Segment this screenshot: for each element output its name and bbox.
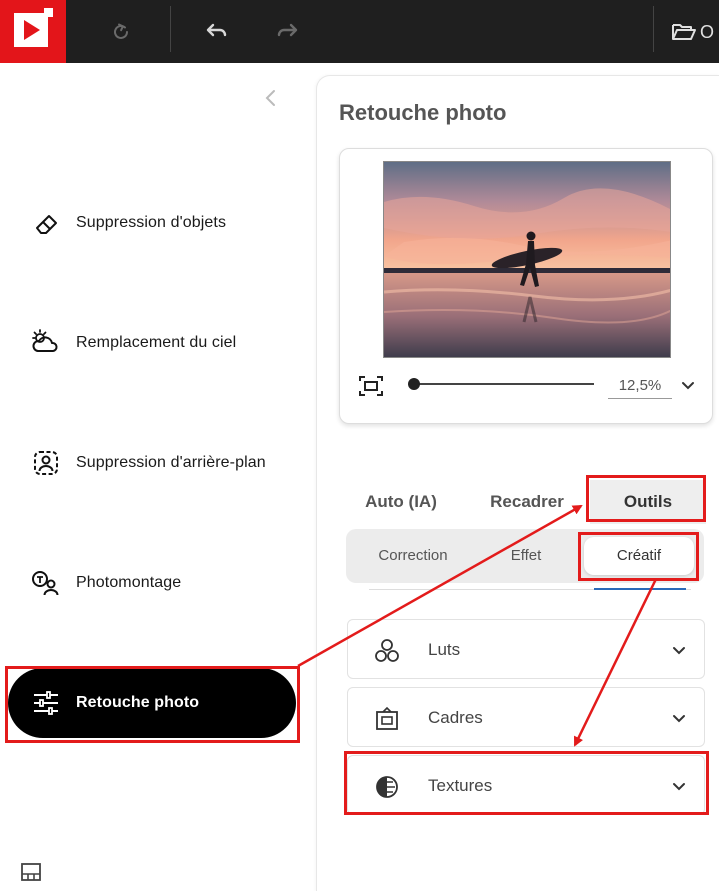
refresh-icon [114, 23, 128, 39]
section-label: Cadres [428, 708, 483, 727]
sidebar-item-background-removal[interactable]: Suppression d'arrière-plan [8, 428, 296, 498]
app-logo[interactable] [0, 0, 66, 63]
zoom-dropdown-button[interactable] [678, 375, 698, 395]
section-label: Textures [428, 776, 493, 795]
page-title: Retouche photo [339, 100, 507, 125]
toolbar-divider [170, 6, 171, 52]
undo-icon [206, 23, 227, 37]
surfer-photo [384, 162, 670, 357]
mode-tabs: Auto (IA) Recadrer Outils [339, 480, 709, 524]
layout-toggle-button[interactable] [20, 861, 42, 883]
chevron-down-icon [682, 382, 694, 390]
undo-button[interactable] [199, 14, 235, 50]
tab-auto-ia[interactable]: Auto (IA) [351, 480, 451, 524]
section-textures[interactable]: Textures [347, 755, 705, 815]
sidebar-item-label: Suppression d'objets [76, 214, 227, 231]
subtab-bar: Correction Effet Créatif [346, 529, 704, 583]
history-button[interactable] [103, 14, 139, 50]
contrast-icon [376, 776, 398, 798]
fit-to-screen-button[interactable] [356, 373, 386, 399]
sidebar-item-photomontage[interactable]: Photomontage [8, 548, 296, 618]
section-luts[interactable]: Luts [347, 619, 705, 679]
collapse-sidebar-button[interactable] [258, 85, 284, 111]
eraser-icon [36, 215, 57, 234]
folder-open-icon [672, 24, 696, 40]
open-label: O [700, 21, 715, 42]
chevron-left-icon [265, 90, 275, 106]
toolbar-divider [653, 6, 654, 52]
sidebar-item-label: Photomontage [76, 574, 182, 591]
sidebar-item-object-removal[interactable]: Suppression d'objets [8, 188, 296, 258]
sliders-icon [34, 691, 58, 715]
cloud-sun-icon [32, 329, 58, 352]
tab-outils[interactable]: Outils [590, 480, 706, 524]
chevron-down-icon [673, 715, 685, 723]
open-button[interactable]: O [670, 14, 719, 50]
sidebar-item-sky-replacement[interactable]: Remplacement du ciel [8, 308, 296, 378]
zoom-slider-handle[interactable] [408, 378, 420, 390]
section-label: Luts [428, 640, 461, 659]
subtab-correction[interactable]: Correction [354, 537, 472, 575]
subtab-effet[interactable]: Effet [480, 537, 572, 575]
zoom-slider-track[interactable] [412, 383, 594, 385]
sidebar-item-photo-retouch[interactable]: Retouche photo [8, 668, 296, 738]
sidebar-item-label: Remplacement du ciel [76, 334, 237, 351]
circles-icon [375, 639, 399, 662]
redo-button[interactable] [269, 14, 305, 50]
retouch-panel: Retouche photo 12,5% Auto (IA) Recadrer … [316, 75, 719, 891]
person-frame-icon [34, 451, 58, 475]
preview-card: 12,5% [339, 148, 713, 424]
layout-icon [21, 863, 41, 881]
section-cadres[interactable]: Cadres [347, 687, 705, 747]
subtab-creatif[interactable]: Créatif [584, 537, 694, 575]
chevron-down-icon [673, 783, 685, 791]
redo-icon [277, 23, 298, 37]
sidebar-item-label: Retouche photo [76, 694, 200, 711]
subtab-active-indicator [594, 588, 686, 590]
top-toolbar: O [0, 0, 719, 63]
play-logo-icon [14, 8, 53, 47]
chevron-down-icon [673, 647, 685, 655]
sidebar-item-label: Suppression d'arrière-plan [76, 454, 266, 471]
tool-sidebar: Suppression d'objets Remplacement du cie… [0, 63, 316, 891]
fit-screen-icon [359, 376, 383, 396]
tab-recadrer[interactable]: Recadrer [477, 480, 577, 524]
zoom-value-field[interactable]: 12,5% [608, 373, 672, 399]
person-swap-icon [32, 571, 59, 596]
frame-icon [376, 706, 398, 730]
preview-image [383, 161, 671, 358]
